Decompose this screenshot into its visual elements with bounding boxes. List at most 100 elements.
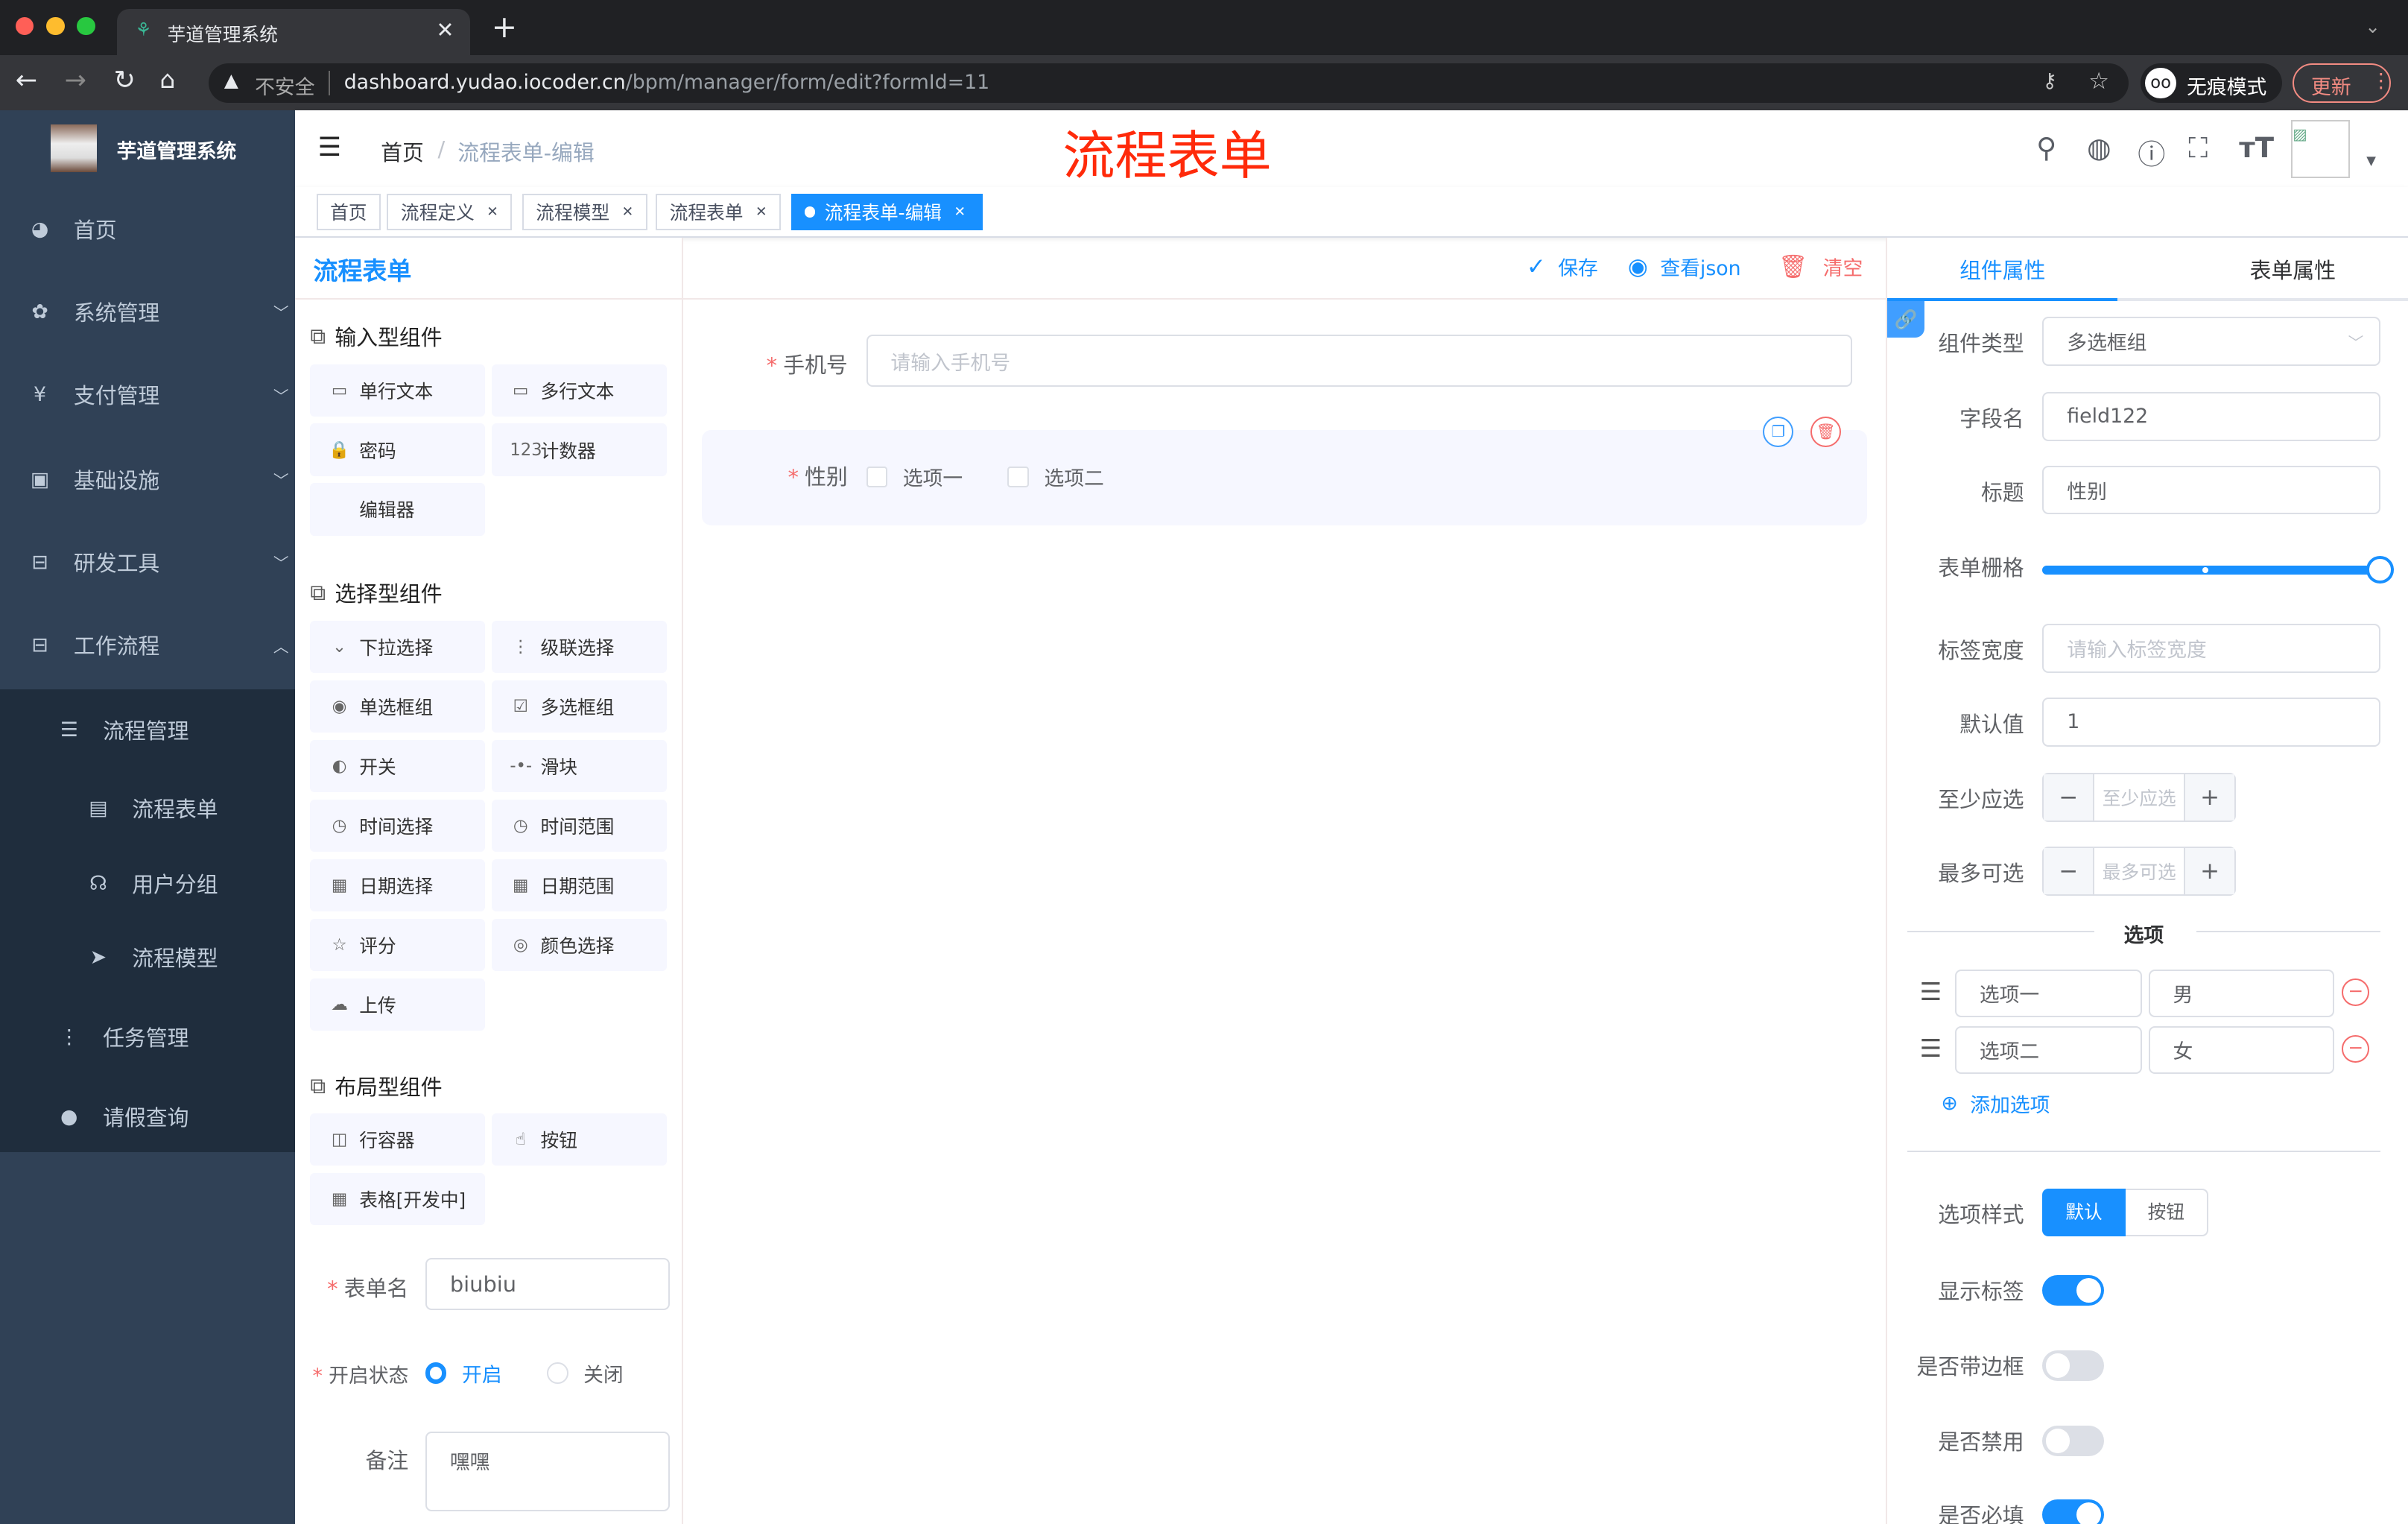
avatar[interactable]: ▨ [2291, 119, 2350, 179]
component-item[interactable]: ▦ 日期选择 [310, 859, 486, 911]
forward-icon[interactable]: → [65, 65, 86, 95]
tag-process-definition[interactable]: 流程定义 ✕ [387, 193, 513, 231]
sidebar-item-pay[interactable]: ¥ 支付管理 ﹀ [0, 364, 323, 426]
star-icon[interactable]: ☆ [2088, 68, 2109, 95]
close-tab-icon[interactable]: ✕ [436, 17, 454, 42]
sidebar-item-tool[interactable]: ⊟ 研发工具 ﹀ [0, 531, 323, 592]
phone-input[interactable]: 请输入手机号 [866, 335, 1852, 388]
option-value-input[interactable]: 女 [2148, 1025, 2334, 1074]
component-item[interactable]: ⌄ 下拉选择 [310, 620, 486, 673]
component-item[interactable]: 编辑器 [310, 483, 486, 536]
remark-textarea[interactable]: 嘿嘿 [425, 1432, 670, 1512]
option-label-input[interactable]: 选项一 [1954, 969, 2143, 1017]
fullscreen-icon[interactable]: ⛶ [2188, 132, 2208, 165]
caret-down-icon[interactable]: ▼ [2366, 154, 2376, 168]
component-item[interactable]: ◐ 开关 [310, 739, 486, 792]
incognito-badge[interactable]: oo 无痕模式 [2141, 63, 2282, 104]
title-input[interactable]: 性别 [2042, 465, 2380, 515]
component-item[interactable]: ☆ 评分 [310, 918, 486, 971]
sidebar-item-workflow[interactable]: ⊟ 工作流程 ︿ [0, 614, 323, 675]
component-item[interactable]: ◉ 单选框组 [310, 680, 486, 733]
help-icon[interactable]: ⓘ [2138, 132, 2165, 172]
minimize-window-button[interactable] [45, 16, 65, 36]
update-button[interactable]: 更新 ⋮ [2293, 63, 2392, 104]
close-icon[interactable]: ✕ [954, 204, 966, 220]
grid-slider[interactable] [2042, 556, 2395, 584]
component-item[interactable]: -•- 滑块 [491, 739, 667, 792]
component-item[interactable]: ☁ 上传 [310, 978, 486, 1031]
address-bar[interactable]: ▲ 不安全 dashboard.yudao.iocoder.cn/bpm/man… [209, 63, 2129, 104]
label-width-input[interactable]: 请输入标签宽度 [2042, 623, 2380, 673]
hamburger-icon[interactable]: ☰ [318, 132, 341, 162]
drag-handle-icon[interactable]: ☰ [1920, 1034, 1942, 1063]
clear-button[interactable]: 🗑 清空 [1778, 252, 1863, 281]
breadcrumb-home[interactable]: 首页 [381, 136, 424, 167]
browser-tab[interactable]: ⚘ 芋道管理系统 ✕ [116, 9, 470, 56]
increment-button[interactable]: + [2184, 774, 2235, 821]
tab-search-chevron-icon[interactable]: ⌄ [2365, 16, 2380, 37]
maximize-window-button[interactable] [77, 16, 95, 36]
new-tab-button[interactable]: + [492, 9, 518, 45]
close-icon[interactable]: ✕ [755, 204, 767, 220]
reload-icon[interactable]: ↻ [114, 65, 136, 95]
option-label-input[interactable]: 选项二 [1954, 1025, 2143, 1074]
sidebar-item-home[interactable]: ◕ 首页 [0, 198, 323, 259]
option-value-input[interactable]: 男 [2148, 969, 2334, 1017]
slider-handle[interactable] [2366, 556, 2395, 584]
tab-component-props[interactable]: 组件属性 [1887, 240, 2118, 301]
component-item[interactable]: 🔒 密码 [310, 423, 486, 476]
view-json-button[interactable]: ◉ 查看json [1628, 252, 1741, 281]
key-icon[interactable]: ⚷ [2042, 69, 2057, 92]
gender-checkbox-2[interactable]: 选项二 [1007, 462, 1104, 491]
delete-icon[interactable]: 🗑 [1810, 416, 1842, 447]
back-icon[interactable]: ← [16, 65, 37, 95]
show-label-switch[interactable] [2042, 1274, 2104, 1306]
component-item[interactable]: ☑ 多选框组 [491, 680, 667, 733]
style-default-button[interactable]: 默认 [2042, 1189, 2126, 1237]
tag-home[interactable]: 首页 [316, 193, 381, 231]
url[interactable]: dashboard.yudao.iocoder.cn/bpm/manager/f… [344, 71, 990, 94]
component-item[interactable]: ▦ 日期范围 [491, 859, 667, 911]
sidebar-item-infra[interactable]: ▣ 基础设施 ﹀ [0, 449, 323, 510]
component-item[interactable]: ▭ 单行文本 [310, 364, 486, 417]
component-item[interactable]: ⋮ 级联选择 [491, 620, 667, 673]
save-button[interactable]: ✓ 保存 [1527, 252, 1598, 281]
max-stepper[interactable]: − 最多可选 + [2042, 846, 2237, 896]
required-switch[interactable] [2042, 1499, 2104, 1524]
component-type-select[interactable]: 多选框组 ﹀ [2042, 316, 2380, 366]
decrement-button[interactable]: − [2044, 847, 2095, 894]
font-size-icon[interactable]: ᴛT [2239, 132, 2274, 164]
tab-form-props[interactable]: 表单属性 [2178, 240, 2408, 301]
min-stepper[interactable]: − 至少应选 + [2042, 772, 2237, 822]
tag-process-model[interactable]: 流程模型 ✕ [522, 193, 647, 231]
component-item[interactable]: ◷ 时间选择 [310, 799, 486, 852]
home-icon[interactable]: ⌂ [159, 65, 175, 94]
component-item[interactable]: ▭ 多行文本 [491, 364, 667, 417]
form-name-input[interactable]: biubiu [425, 1258, 670, 1311]
component-item[interactable]: ◫ 行容器 [310, 1113, 486, 1166]
component-item[interactable]: ◷ 时间范围 [491, 799, 667, 852]
add-option-button[interactable]: ⊕ 添加选项 [1941, 1089, 2050, 1118]
drag-handle-icon[interactable]: ☰ [1920, 977, 1942, 1006]
remove-option-icon[interactable]: − [2342, 978, 2370, 1006]
border-switch[interactable] [2042, 1350, 2104, 1381]
search-icon[interactable]: ⚲ [2036, 132, 2056, 164]
close-icon[interactable]: ✕ [622, 204, 634, 220]
component-item[interactable]: ☝ 按钮 [491, 1113, 667, 1166]
increment-button[interactable]: + [2184, 847, 2235, 894]
default-value-input[interactable]: 1 [2042, 697, 2380, 747]
tag-process-form-edit[interactable]: 流程表单-编辑 ✕ [790, 193, 983, 231]
status-radio-off[interactable]: 关闭 [546, 1361, 654, 1387]
sidebar-item-system[interactable]: ✿ 系统管理 ﹀ [0, 281, 323, 342]
component-item[interactable]: ▦ 表格[开发中] [310, 1173, 486, 1226]
component-item[interactable]: ◎ 颜色选择 [491, 918, 667, 971]
copy-icon[interactable]: ❐ [1763, 416, 1794, 447]
insecure-label[interactable]: 不安全 [255, 71, 314, 100]
gender-checkbox-1[interactable]: 选项一 [866, 462, 963, 491]
tag-process-form[interactable]: 流程表单 ✕ [656, 193, 782, 231]
close-icon[interactable]: ✕ [487, 204, 498, 220]
component-item[interactable]: 123 计数器 [491, 423, 667, 476]
status-radio-on[interactable]: 开启 [425, 1361, 533, 1387]
github-icon[interactable]: ◍ [2087, 132, 2111, 164]
disabled-switch[interactable] [2042, 1425, 2104, 1456]
